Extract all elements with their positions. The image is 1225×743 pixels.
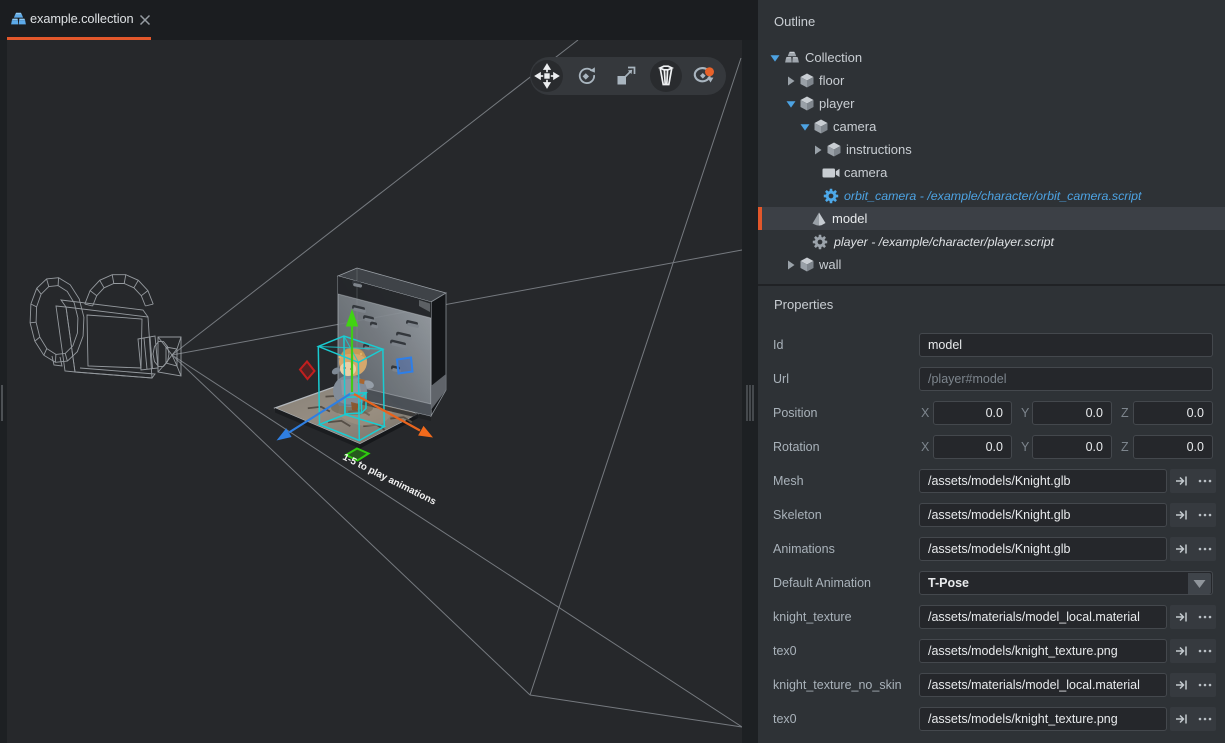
- svg-text:1-5 to play animations: 1-5 to play animations: [341, 452, 438, 508]
